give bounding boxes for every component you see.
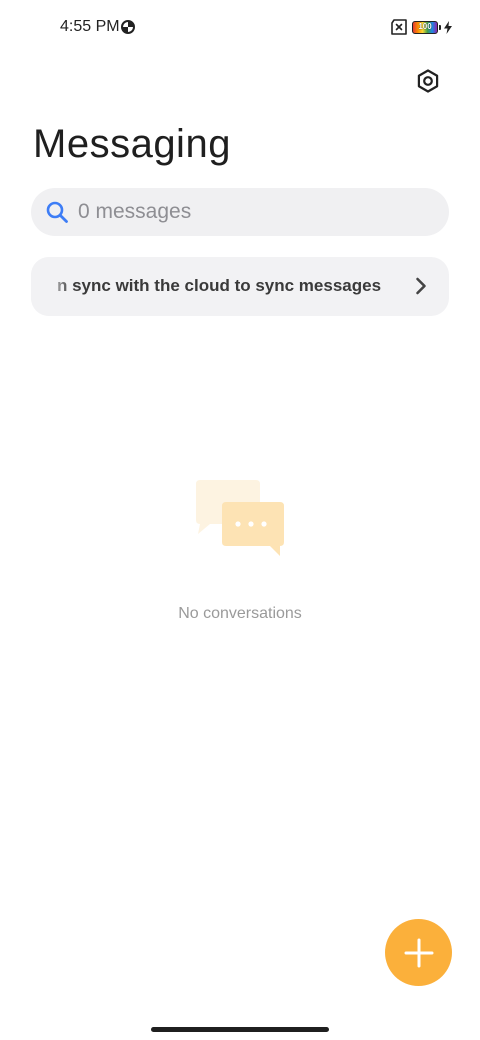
new-conversation-button[interactable] <box>385 919 452 986</box>
search-input[interactable]: 0 messages <box>31 188 449 236</box>
messaging-screen: 4:55 PM 100 Messaging 0 messages n sync … <box>0 0 480 1040</box>
data-saver-icon <box>121 20 135 34</box>
chat-bubbles-icon <box>196 480 284 556</box>
battery-icon: 100 <box>412 20 441 34</box>
charging-bolt-icon <box>444 20 452 34</box>
settings-icon <box>417 69 439 93</box>
settings-button[interactable] <box>410 63 446 99</box>
status-right-group: 100 <box>390 19 452 35</box>
search-placeholder: 0 messages <box>78 200 192 223</box>
plus-icon <box>404 938 433 967</box>
empty-state-text: No conversations <box>178 605 302 622</box>
no-sim-icon <box>391 19 407 35</box>
cloud-sync-banner[interactable]: n sync with the cloud to sync messages <box>31 257 449 316</box>
home-indicator[interactable] <box>151 1027 329 1032</box>
status-bar: 4:55 PM 100 <box>0 0 480 56</box>
sync-banner-text: n sync with the cloud to sync messages <box>57 276 382 295</box>
status-time: 4:55 PM <box>60 18 120 35</box>
chevron-right-icon <box>416 277 426 295</box>
battery-level: 100 <box>418 22 432 31</box>
sync-banner-fade <box>31 257 71 316</box>
search-icon <box>46 201 68 223</box>
page-title: Messaging <box>33 122 231 166</box>
